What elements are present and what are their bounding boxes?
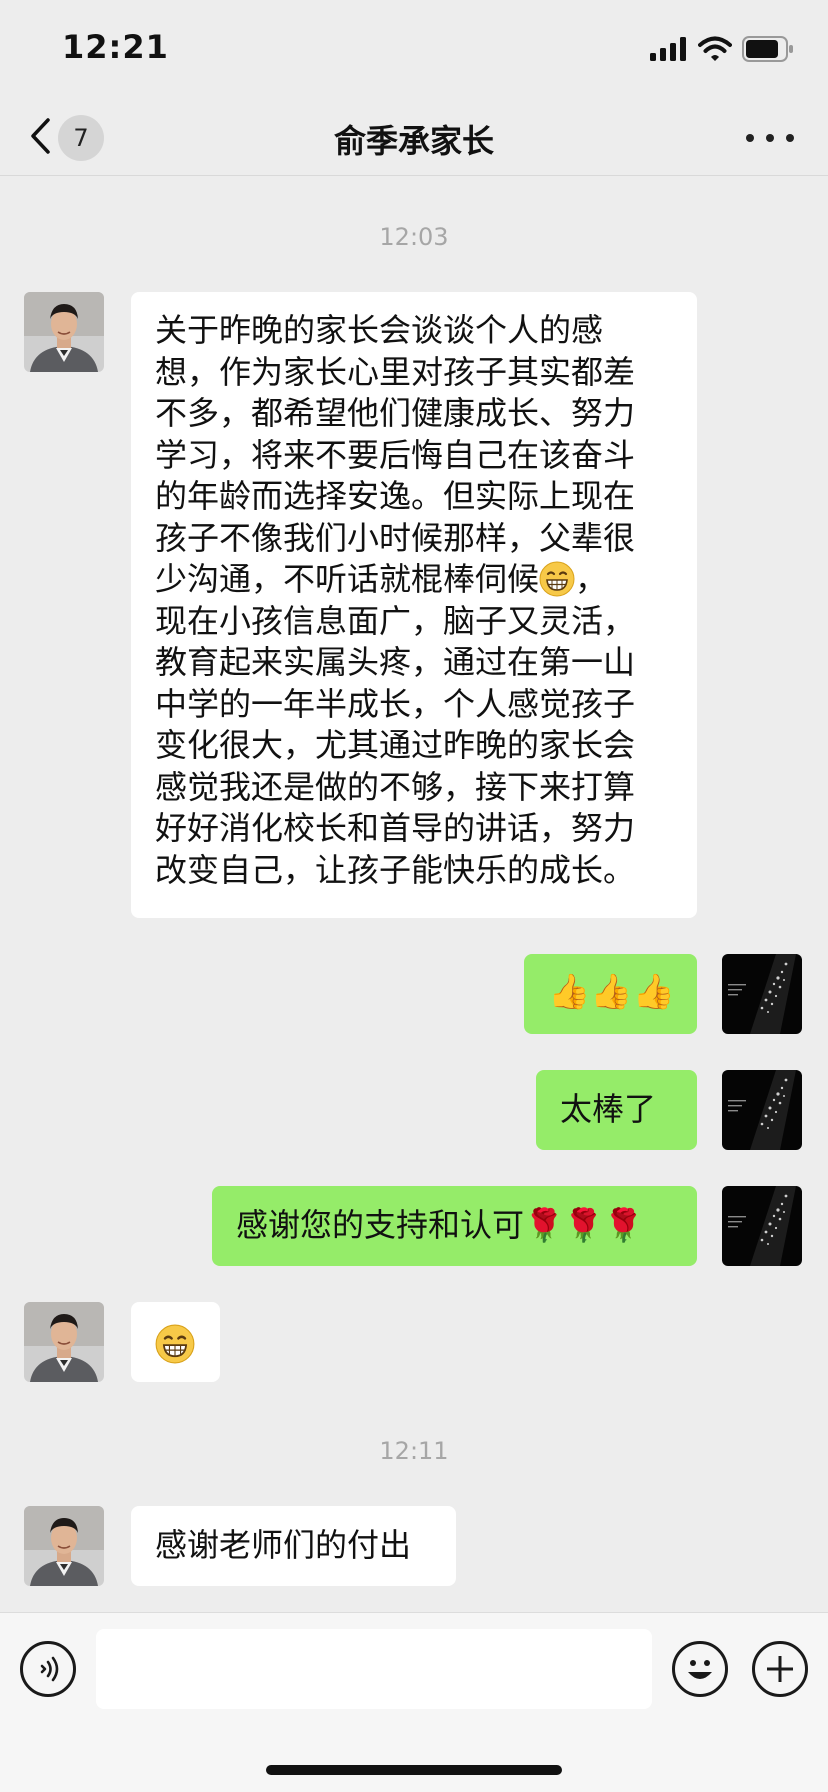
message-text-segment: ， xyxy=(575,560,608,598)
message-text-line: 不多，都希望他们健康成长、努力 xyxy=(155,394,636,432)
input-bar xyxy=(0,1612,828,1792)
plus-icon xyxy=(767,1656,793,1682)
message-text: 太棒了 xyxy=(560,1090,657,1128)
message-text-segment: 少沟通，不听话就棍棒伺候 xyxy=(155,560,540,598)
more-icon-dot xyxy=(746,134,754,142)
voice-button[interactable] xyxy=(20,1641,76,1697)
message-timestamp: 12:11 xyxy=(379,1437,449,1465)
message-text-line: 教育起来实属头疼，通过在第一山 xyxy=(155,643,636,681)
message-text-line: 想，作为家长心里对孩子其实都差 xyxy=(155,352,636,391)
message-text-line: 关于昨晚的家长会谈谈个人的感 xyxy=(155,311,604,349)
message-text: 感谢老师们的付出 xyxy=(155,1526,412,1564)
message-text-line-with-emoji: 少沟通，不听话就棍棒伺候 ， xyxy=(155,559,673,601)
contact-avatar[interactable] xyxy=(24,1506,104,1586)
self-avatar[interactable] xyxy=(722,1186,802,1266)
battery-icon xyxy=(742,36,794,62)
message-bubble[interactable]: 关于昨晚的家长会谈谈个人的感 想，作为家长心里对孩子其实都差 不多，都希望他们健… xyxy=(131,292,697,918)
self-avatar[interactable] xyxy=(722,954,802,1034)
chat-title: 俞季承家长 xyxy=(333,122,494,160)
message-text-line: 中学的一年半成长，个人感觉孩子 xyxy=(155,684,636,723)
home-indicator xyxy=(266,1765,562,1775)
message-bubble[interactable]: 感谢您的支持和认可🌹🌹🌹 xyxy=(212,1186,697,1266)
message-text-line: 好好消化校长和首导的讲话，努力 xyxy=(155,809,636,847)
status-time: 12:21 xyxy=(62,28,169,66)
contact-avatar[interactable] xyxy=(24,1302,104,1382)
message-text-line: 的年龄而选择安逸。但实际上现在 xyxy=(155,477,636,515)
message-text-line: 学习，将来不要后悔自己在该奋斗 xyxy=(155,435,636,474)
grinning-face-icon xyxy=(155,1324,195,1364)
message-text: 👍👍👍 xyxy=(548,972,676,1012)
status-icons xyxy=(650,34,794,64)
message-bubble[interactable]: 感谢老师们的付出 xyxy=(131,1506,456,1586)
message-text-line: 改变自己，让孩子能快乐的成长。 xyxy=(155,850,636,889)
message-text-line: 变化很大，尤其通过昨晚的家长会 xyxy=(155,726,636,764)
more-icon-dot xyxy=(766,134,774,142)
message-text-line: 现在小孩信息面广，脑子又灵活， xyxy=(155,601,636,640)
contact-avatar[interactable] xyxy=(24,292,104,372)
more-icon-dot xyxy=(786,134,794,142)
emoji-button[interactable] xyxy=(672,1641,728,1697)
more-functions-button[interactable] xyxy=(752,1641,808,1697)
message-bubble[interactable] xyxy=(131,1302,220,1382)
signal-icon xyxy=(650,37,688,61)
message-text-line: 孩子不像我们小时候那样，父辈很 xyxy=(155,518,636,557)
more-button[interactable] xyxy=(746,120,794,156)
message-bubble[interactable]: 👍👍👍 xyxy=(524,954,697,1034)
message-bubble[interactable]: 太棒了 xyxy=(536,1070,697,1150)
self-avatar[interactable] xyxy=(722,1070,802,1150)
message-timestamp: 12:03 xyxy=(379,223,449,251)
grinning-face-icon xyxy=(539,561,575,597)
wifi-icon xyxy=(698,36,732,62)
status-bar: 12:21 xyxy=(0,0,828,100)
emoji-icon xyxy=(688,1660,712,1679)
message-input[interactable] xyxy=(96,1629,652,1709)
voice-icon xyxy=(40,1656,59,1682)
nav-bar: 7 俞季承家长 xyxy=(0,100,828,176)
message-text-line: 感觉我还是做的不够，接下来打算 xyxy=(155,767,636,806)
message-text: 感谢您的支持和认可🌹🌹🌹 xyxy=(236,1206,644,1244)
